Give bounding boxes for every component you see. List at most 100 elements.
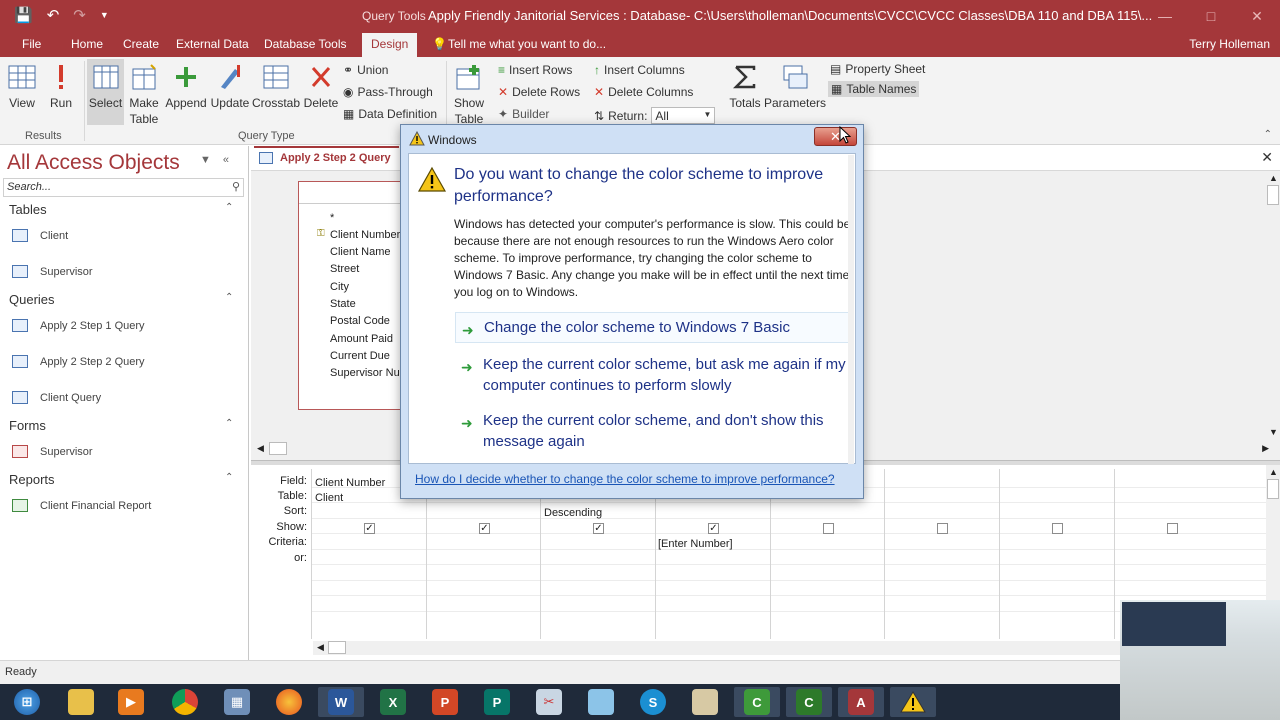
taskbar-app-paint[interactable]: [682, 687, 728, 717]
scroll-thumb[interactable]: [1267, 479, 1279, 499]
taskbar-app-chrome[interactable]: [162, 687, 208, 717]
delete-query-button[interactable]: Delete: [302, 63, 340, 111]
nav-item-supervisor-table[interactable]: Supervisor: [12, 265, 93, 278]
scroll-down-icon[interactable]: ▼: [1269, 427, 1278, 437]
taskbar-app-excel[interactable]: X: [370, 687, 416, 717]
taskbar-app-notepad[interactable]: [578, 687, 624, 717]
return-dropdown[interactable]: All ▼: [651, 107, 716, 124]
option-keep-ask-again[interactable]: ➜ Keep the current color scheme, but ask…: [455, 354, 850, 396]
select-button[interactable]: Select: [87, 59, 124, 125]
field-list-item[interactable]: Client Name: [330, 246, 391, 258]
document-tab[interactable]: Apply 2 Step 2 Query: [254, 146, 399, 170]
nav-item-query-2[interactable]: Apply 2 Step 2 Query: [12, 355, 145, 368]
tab-external-data[interactable]: External Data: [176, 37, 249, 51]
client-table-field-list[interactable]: * ⚿ Client Number Client Name Street Cit…: [298, 181, 408, 410]
show-table-button[interactable]: Show Table: [451, 63, 487, 127]
show-checkbox[interactable]: ✓: [364, 523, 375, 534]
tell-me-box[interactable]: Tell me what you want to do...: [448, 37, 606, 51]
field-list-item[interactable]: Postal Code: [330, 315, 390, 327]
taskbar-app-word[interactable]: W: [318, 687, 364, 717]
parameters-button[interactable]: Parameters: [764, 63, 826, 111]
nav-item-query-1[interactable]: Apply 2 Step 1 Query: [12, 319, 145, 332]
scroll-left-icon[interactable]: ◀: [317, 642, 324, 653]
close-document-icon[interactable]: ✕: [1261, 149, 1273, 166]
tab-design[interactable]: Design: [362, 33, 418, 57]
show-checkbox[interactable]: [1167, 523, 1178, 534]
grid-cell-field[interactable]: Client Number: [315, 477, 385, 489]
view-button[interactable]: View: [6, 63, 38, 111]
tab-database-tools[interactable]: Database Tools: [264, 37, 347, 51]
property-sheet-button[interactable]: ▤ Property Sheet: [830, 62, 925, 76]
table-names-button[interactable]: ▦ Table Names: [828, 81, 920, 97]
crosstab-button[interactable]: Crosstab: [252, 63, 300, 111]
tell-me-icon[interactable]: 💡: [432, 37, 447, 51]
tab-home[interactable]: Home: [71, 37, 103, 51]
customize-qat-icon[interactable]: ▼: [100, 10, 109, 24]
delete-columns-button[interactable]: ✕ Delete Columns: [594, 85, 693, 99]
taskbar-app-camtasia[interactable]: C: [734, 687, 780, 717]
redo-icon[interactable]: ↷: [73, 6, 86, 24]
nav-item-supervisor-form[interactable]: Supervisor: [12, 445, 93, 458]
taskbar-app-firefox[interactable]: [266, 687, 312, 717]
taskbar-app-calculator[interactable]: ▦: [214, 687, 260, 717]
field-list-item[interactable]: Current Due: [330, 350, 390, 362]
append-button[interactable]: Append: [164, 63, 208, 111]
grid-cell-criteria[interactable]: [Enter Number]: [658, 538, 733, 550]
scroll-thumb[interactable]: [269, 442, 287, 455]
totals-button[interactable]: Totals: [727, 63, 763, 111]
tab-create[interactable]: Create: [123, 37, 159, 51]
undo-icon[interactable]: ↶: [47, 6, 60, 24]
insert-rows-button[interactable]: ≡ Insert Rows: [498, 63, 572, 77]
taskbar-app-snipping-tool[interactable]: ✂: [526, 687, 572, 717]
start-button[interactable]: ⊞: [4, 687, 50, 717]
close-window-button[interactable]: ✕: [1234, 0, 1280, 32]
grid-column[interactable]: [884, 469, 999, 639]
grid-column[interactable]: [999, 469, 1114, 639]
grid-cell-table[interactable]: Client: [315, 492, 343, 504]
nav-item-query-3[interactable]: Client Query: [12, 391, 101, 404]
taskbar-app-access[interactable]: A: [838, 687, 884, 717]
taskbar-app-warning[interactable]: [890, 687, 936, 717]
nav-item-client-financial-report[interactable]: Client Financial Report: [12, 499, 151, 512]
shutter-bar-close-icon[interactable]: «: [223, 154, 229, 166]
data-definition-button[interactable]: ▦ Data Definition: [343, 107, 437, 121]
field-list-item[interactable]: Amount Paid: [330, 333, 393, 345]
option-keep-dont-show[interactable]: ➜ Keep the current color scheme, and don…: [455, 410, 850, 452]
grid-cell-sort[interactable]: Descending: [544, 507, 602, 519]
taskbar-app-publisher[interactable]: P: [474, 687, 520, 717]
show-checkbox[interactable]: ✓: [593, 523, 604, 534]
help-link[interactable]: How do I decide whether to change the co…: [415, 472, 835, 486]
scroll-left-icon[interactable]: ◀: [257, 443, 264, 454]
nav-search-input[interactable]: Search... ⚲: [3, 178, 244, 197]
builder-button[interactable]: ✦ Builder: [498, 107, 549, 121]
show-checkbox[interactable]: [937, 523, 948, 534]
show-checkbox[interactable]: ✓: [708, 523, 719, 534]
nav-pane-title[interactable]: All Access Objects: [7, 151, 180, 175]
field-list-item[interactable]: Street: [330, 263, 359, 275]
nav-section-reports[interactable]: Reports ⌃: [9, 472, 239, 487]
save-icon[interactable]: 💾: [14, 6, 33, 24]
dialog-scrollbar[interactable]: [848, 155, 854, 464]
scroll-thumb[interactable]: [1267, 185, 1279, 205]
nav-item-client-table[interactable]: Client: [12, 229, 68, 242]
nav-section-forms[interactable]: Forms ⌃: [9, 418, 239, 433]
field-list-item[interactable]: City: [330, 281, 349, 293]
nav-menu-chevron-icon[interactable]: ▼: [200, 154, 211, 166]
taskbar-app-powerpoint[interactable]: P: [422, 687, 468, 717]
collapse-ribbon-icon[interactable]: ⌃: [1264, 129, 1272, 140]
show-checkbox[interactable]: ✓: [479, 523, 490, 534]
field-list-item[interactable]: Supervisor Nur: [330, 367, 403, 379]
scroll-up-icon[interactable]: ▲: [1269, 467, 1278, 477]
insert-columns-button[interactable]: ↑ Insert Columns: [594, 63, 685, 77]
maximize-button[interactable]: □: [1188, 0, 1234, 32]
show-checkbox[interactable]: [1052, 523, 1063, 534]
scroll-up-icon[interactable]: ▲: [1269, 173, 1278, 183]
delete-rows-button[interactable]: ✕ Delete Rows: [498, 85, 580, 99]
taskbar-app-camtasia-recorder[interactable]: C: [786, 687, 832, 717]
nav-section-queries[interactable]: Queries ⌃: [9, 292, 239, 307]
user-name[interactable]: Terry Holleman: [1189, 37, 1270, 51]
scroll-right-icon[interactable]: ▶: [1262, 443, 1269, 454]
make-table-button[interactable]: Make Table: [126, 63, 162, 127]
minimize-button[interactable]: —: [1142, 0, 1188, 32]
nav-section-tables[interactable]: Tables ⌃: [9, 202, 239, 217]
